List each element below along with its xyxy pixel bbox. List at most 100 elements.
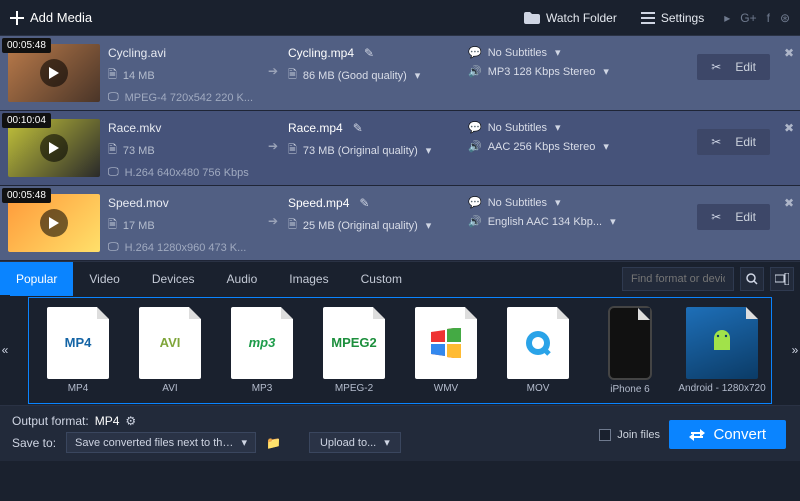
rename-icon[interactable]: ✎ xyxy=(364,46,374,60)
rename-icon[interactable]: ✎ xyxy=(353,121,363,135)
youtube-icon[interactable]: ▸ xyxy=(724,11,730,25)
speaker-icon: 🔊 xyxy=(468,215,482,228)
source-codec: MPEG-4 720x542 220 K... xyxy=(125,92,253,104)
subtitles-select[interactable]: 💬No Subtitles▾ xyxy=(468,196,618,209)
output-size: 86 MB (Good quality) xyxy=(303,70,407,82)
subtitles-select[interactable]: 💬No Subtitles▾ xyxy=(468,121,618,134)
quicktime-icon xyxy=(523,328,553,358)
top-bar: Add Media Watch Folder Settings ▸ G+ f ⊛ xyxy=(0,0,800,36)
subtitles-select[interactable]: 💬No Subtitles▾ xyxy=(468,46,618,59)
googleplus-icon[interactable]: G+ xyxy=(740,11,756,25)
audio-select[interactable]: 🔊English AAC 134 Kbp...▾ xyxy=(468,215,618,228)
file-icon xyxy=(108,141,117,160)
add-media-label: Add Media xyxy=(30,10,92,25)
watch-folder-button[interactable]: Watch Folder xyxy=(512,11,629,25)
preset-card: MP4 xyxy=(47,307,109,379)
add-media-button[interactable]: Add Media xyxy=(10,10,92,25)
tab-video[interactable]: Video xyxy=(73,262,135,296)
source-name: Cycling.avi xyxy=(108,46,258,60)
thumbnail[interactable]: 00:05:48 xyxy=(8,194,100,252)
monitor-icon xyxy=(108,241,119,254)
file-list: 00:05:48 Cycling.avi 14 MB MPEG-4 720x54… xyxy=(0,36,800,261)
play-icon[interactable] xyxy=(40,134,68,162)
subtitle-icon: 💬 xyxy=(468,121,482,134)
preset-strip: MP4 MP4 AVI AVI mp3 MP3 MPEG2 MPEG-2 WMV… xyxy=(28,297,772,404)
preset-iphone6[interactable]: iPhone 6 xyxy=(589,306,671,395)
tab-images[interactable]: Images xyxy=(273,262,344,296)
remove-button[interactable]: ✖ xyxy=(784,46,794,60)
chevron-down-icon[interactable]: ▾ xyxy=(426,219,432,232)
facebook-icon[interactable]: f xyxy=(767,11,770,25)
windows-icon xyxy=(429,328,463,358)
file-icon xyxy=(108,66,117,85)
file-row[interactable]: 00:05:48 Cycling.avi 14 MB MPEG-4 720x54… xyxy=(0,36,800,111)
output-name: Speed.mp4 xyxy=(288,196,349,210)
preset-search-input[interactable] xyxy=(623,273,733,285)
preset-mp3[interactable]: mp3 MP3 xyxy=(221,307,303,394)
edit-button[interactable]: ✂ Edit xyxy=(697,204,770,230)
preset-mpeg2[interactable]: MPEG2 MPEG-2 xyxy=(313,307,395,394)
preset-avi[interactable]: AVI AVI xyxy=(129,307,211,394)
file-icon xyxy=(108,216,117,235)
thumbnail[interactable]: 00:05:48 xyxy=(8,44,100,102)
chevron-down-icon: ▾ xyxy=(555,121,561,134)
edit-button[interactable]: ✂ Edit xyxy=(697,129,770,155)
preset-search[interactable] xyxy=(622,267,734,291)
file-row[interactable]: 00:10:04 Race.mkv 73 MB H.264 640x480 75… xyxy=(0,111,800,186)
tab-audio[interactable]: Audio xyxy=(211,262,274,296)
preset-mov[interactable]: MOV xyxy=(497,307,579,394)
chevron-down-icon[interactable]: ▾ xyxy=(426,144,432,157)
arrow-icon: ➔ xyxy=(258,186,288,228)
preset-mp4[interactable]: MP4 MP4 xyxy=(37,307,119,394)
browse-folder-icon[interactable]: 📁 xyxy=(266,436,281,450)
preset-wmv[interactable]: WMV xyxy=(405,307,487,394)
file-icon xyxy=(288,216,297,235)
audio-select[interactable]: 🔊MP3 128 Kbps Stereo▾ xyxy=(468,65,618,78)
preset-android[interactable]: Android - 1280x720 xyxy=(681,307,763,394)
output-format-value: MP4 xyxy=(95,414,120,428)
scissors-icon: ✂ xyxy=(711,135,721,149)
preset-label: AVI xyxy=(162,383,177,394)
preset-card xyxy=(507,307,569,379)
rename-icon[interactable]: ✎ xyxy=(359,196,369,210)
save-to-select[interactable]: Save converted files next to the o... ▾ xyxy=(66,432,256,453)
source-codec: H.264 640x480 756 Kbps xyxy=(125,167,249,179)
preset-next[interactable]: » xyxy=(790,295,800,405)
gear-icon[interactable]: ⚙ xyxy=(125,414,136,428)
preset-label: MP4 xyxy=(68,383,89,394)
plus-icon xyxy=(10,11,24,25)
search-button[interactable] xyxy=(740,267,764,291)
file-row[interactable]: 00:05:48 Speed.mov 17 MB H.264 1280x960 … xyxy=(0,186,800,261)
upload-to-select[interactable]: Upload to... ▾ xyxy=(309,432,401,453)
join-files-checkbox[interactable]: Join files xyxy=(599,429,660,441)
source-size: 17 MB xyxy=(123,220,155,232)
chevron-down-icon: ▾ xyxy=(242,436,248,449)
remove-button[interactable]: ✖ xyxy=(784,196,794,210)
tab-custom[interactable]: Custom xyxy=(345,262,418,296)
tab-devices[interactable]: Devices xyxy=(136,262,211,296)
convert-button[interactable]: Convert xyxy=(669,420,786,449)
preset-row: « MP4 MP4 AVI AVI mp3 MP3 MPEG2 MPEG-2 W… xyxy=(0,295,800,405)
convert-label: Convert xyxy=(713,426,766,443)
edit-button[interactable]: ✂ Edit xyxy=(697,54,770,80)
output-name: Cycling.mp4 xyxy=(288,46,354,60)
scissors-icon: ✂ xyxy=(711,210,721,224)
detect-device-button[interactable] xyxy=(770,267,794,291)
help-icon[interactable]: ⊛ xyxy=(780,11,790,25)
play-icon[interactable] xyxy=(40,59,68,87)
checkbox-icon xyxy=(599,429,611,441)
remove-button[interactable]: ✖ xyxy=(784,121,794,135)
edit-label: Edit xyxy=(735,210,756,224)
arrow-icon: ➔ xyxy=(258,111,288,153)
chevron-down-icon: ▾ xyxy=(555,196,561,209)
duration-badge: 00:10:04 xyxy=(2,113,51,128)
tab-popular[interactable]: Popular xyxy=(0,262,73,296)
folder-icon xyxy=(524,12,540,24)
thumbnail[interactable]: 00:10:04 xyxy=(8,119,100,177)
preset-prev[interactable]: « xyxy=(0,295,10,405)
output-name: Race.mp4 xyxy=(288,121,343,135)
audio-select[interactable]: 🔊AAC 256 Kbps Stereo▾ xyxy=(468,140,618,153)
play-icon[interactable] xyxy=(40,209,68,237)
settings-button[interactable]: Settings xyxy=(629,11,716,25)
chevron-down-icon[interactable]: ▾ xyxy=(415,69,421,82)
